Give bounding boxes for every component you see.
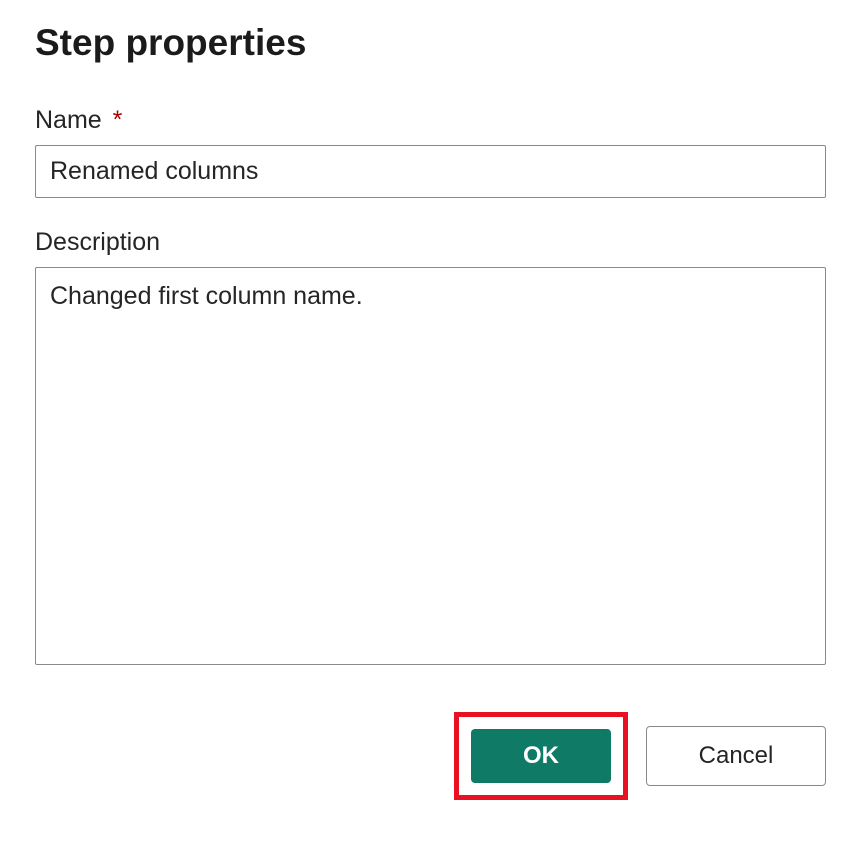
- dialog-title: Step properties: [35, 22, 826, 64]
- name-input[interactable]: [35, 145, 826, 198]
- description-field-group: Description: [35, 228, 826, 670]
- dialog-button-row: OK Cancel: [35, 712, 826, 800]
- name-label: Name *: [35, 106, 826, 135]
- name-label-text: Name: [35, 106, 102, 134]
- required-asterisk: *: [113, 106, 123, 134]
- cancel-button[interactable]: Cancel: [646, 726, 826, 786]
- ok-button[interactable]: OK: [471, 729, 611, 783]
- name-field-group: Name *: [35, 106, 826, 198]
- step-properties-dialog: Step properties Name * Description OK Ca…: [0, 0, 861, 830]
- ok-button-highlight: OK: [454, 712, 628, 800]
- description-label: Description: [35, 228, 826, 257]
- cancel-button-wrap: Cancel: [646, 712, 826, 800]
- description-input[interactable]: [35, 267, 826, 665]
